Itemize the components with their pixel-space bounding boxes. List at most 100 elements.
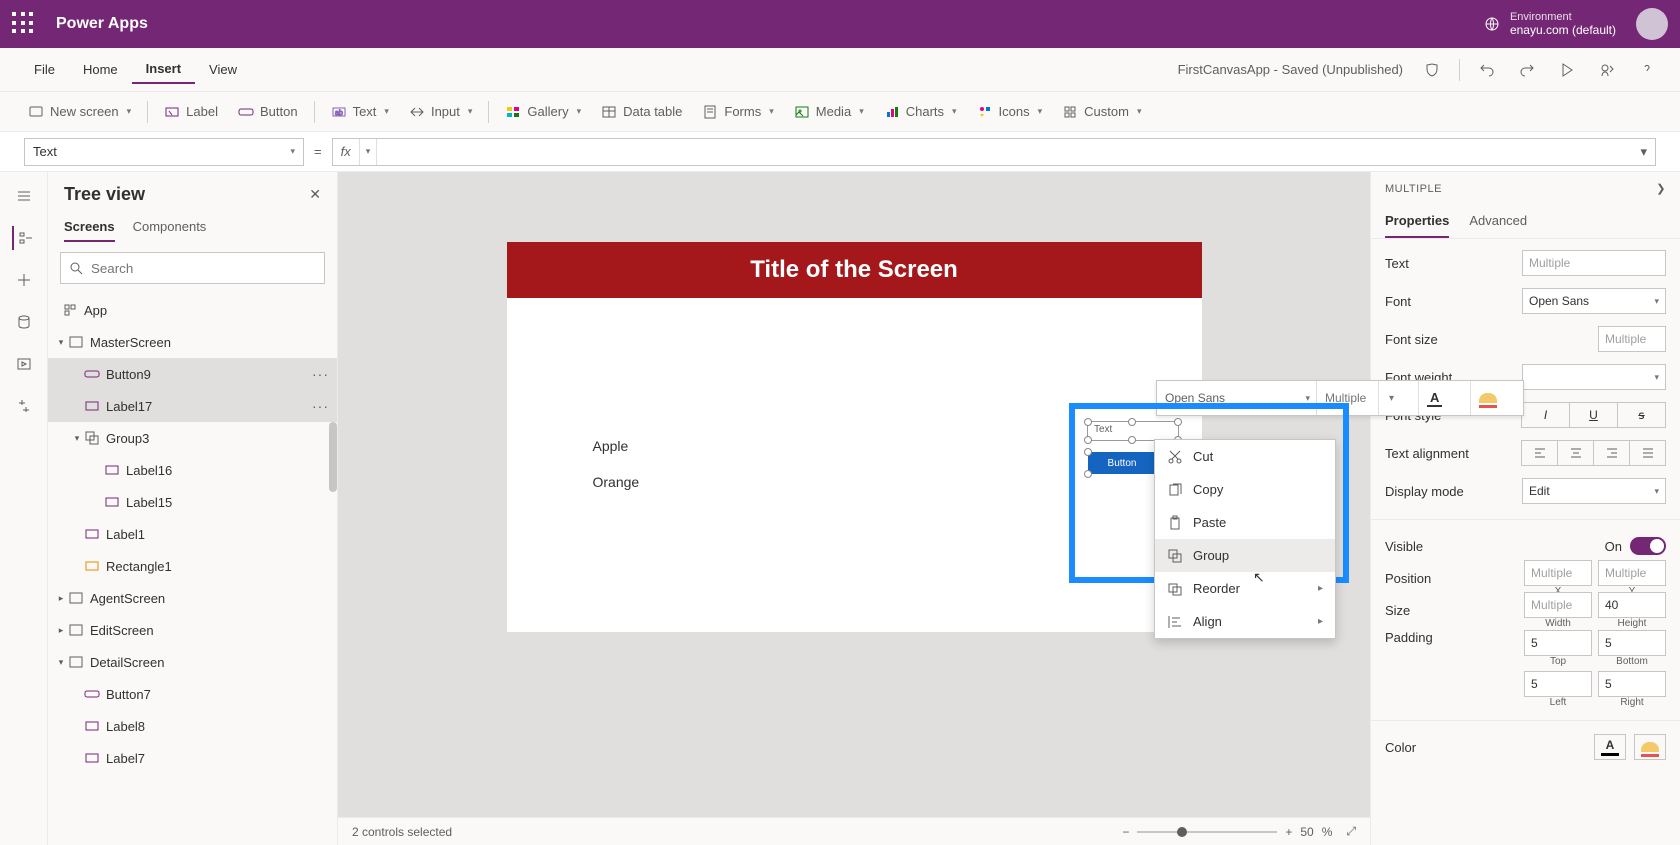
environment-picker[interactable]: Environment enayu.com (default) [1484, 11, 1616, 37]
prop-display-mode-select[interactable]: Edit▾ [1522, 478, 1666, 504]
button-button[interactable]: Button [230, 100, 306, 124]
tree-node-button7[interactable]: Button7 [48, 678, 337, 710]
share-icon[interactable] [1594, 57, 1620, 83]
fill-color-picker[interactable] [1634, 734, 1666, 760]
visible-toggle[interactable] [1630, 537, 1666, 555]
tree-node-group3[interactable]: ▾Group3 [48, 422, 337, 454]
media-rail-icon[interactable] [12, 352, 36, 376]
formula-input[interactable] [377, 139, 1632, 165]
more-icon[interactable]: ··· [312, 366, 329, 382]
tree-search-input[interactable] [60, 252, 325, 284]
prop-x-input[interactable]: Multiple [1524, 560, 1592, 586]
redo-icon[interactable] [1514, 57, 1540, 83]
align-right-button[interactable] [1593, 440, 1630, 466]
forms-dropdown[interactable]: Forms▾ [694, 100, 781, 124]
tree-node-detailscreen[interactable]: ▾DetailScreen [48, 646, 337, 678]
screen-title-label[interactable]: Title of the Screen [507, 242, 1202, 298]
tree-node-label15[interactable]: Label15 [48, 486, 337, 518]
context-group[interactable]: Group [1155, 539, 1335, 572]
tab-advanced[interactable]: Advanced [1469, 205, 1527, 238]
prop-font-select[interactable]: Open Sans▾ [1522, 288, 1666, 314]
align-center-button[interactable] [1557, 440, 1594, 466]
tree-node-agentscreen[interactable]: ▸AgentScreen [48, 582, 337, 614]
tree-node-label17[interactable]: Label17··· [48, 390, 337, 422]
undo-icon[interactable] [1474, 57, 1500, 83]
canvas-label-apple[interactable]: Apple [593, 428, 640, 464]
prop-padding-right[interactable]: 5 [1598, 671, 1666, 697]
prop-height-input[interactable]: 40 [1598, 592, 1666, 618]
tree-node-app[interactable]: App [48, 294, 337, 326]
align-justify-button[interactable] [1629, 440, 1666, 466]
selected-button-control[interactable]: Button [1088, 452, 1156, 474]
help-icon[interactable] [1634, 57, 1660, 83]
context-copy[interactable]: Copy [1155, 473, 1335, 506]
tree-scrollbar[interactable] [329, 422, 337, 492]
menu-home[interactable]: Home [69, 56, 132, 83]
font-color-button[interactable]: A [1419, 381, 1471, 415]
input-dropdown[interactable]: Input▾ [401, 100, 480, 124]
tab-properties[interactable]: Properties [1385, 205, 1449, 238]
menu-insert[interactable]: Insert [132, 55, 195, 84]
tree-node-editscreen[interactable]: ▸EditScreen [48, 614, 337, 646]
app-launcher-icon[interactable] [12, 12, 36, 36]
media-dropdown[interactable]: Media▾ [786, 100, 872, 124]
add-icon[interactable] [12, 268, 36, 292]
context-align[interactable]: Align▸ [1155, 605, 1335, 638]
tab-components[interactable]: Components [133, 213, 207, 242]
data-table-button[interactable]: Data table [593, 100, 690, 124]
zoom-out-icon[interactable]: − [1122, 825, 1129, 839]
tree-view-icon[interactable] [12, 226, 36, 250]
charts-dropdown[interactable]: Charts▾ [876, 100, 965, 124]
menu-view[interactable]: View [195, 56, 251, 83]
formula-expand-icon[interactable]: ▾ [1632, 144, 1655, 160]
close-panel-icon[interactable]: ✕ [309, 186, 321, 203]
app-checker-icon[interactable] [1419, 57, 1445, 83]
props-chevron-icon[interactable]: ❯ [1656, 182, 1666, 195]
property-select[interactable]: Text▾ [24, 138, 304, 166]
text-color-picker[interactable]: A [1594, 734, 1626, 760]
tree-node-masterscreen[interactable]: ▾MasterScreen [48, 326, 337, 358]
tree-node-label8[interactable]: Label8 [48, 710, 337, 742]
play-icon[interactable] [1554, 57, 1580, 83]
tree-node-label1[interactable]: Label1 [48, 518, 337, 550]
context-paste[interactable]: Paste [1155, 506, 1335, 539]
fit-screen-icon[interactable]: ⤢ [1346, 824, 1356, 839]
prop-padding-left[interactable]: 5 [1524, 671, 1592, 697]
prop-font-weight-select[interactable]: ▾ [1522, 364, 1666, 390]
text-dropdown[interactable]: abText▾ [323, 100, 397, 124]
custom-dropdown[interactable]: Custom▾ [1054, 100, 1149, 124]
selected-label-control[interactable]: Text [1088, 422, 1178, 440]
prop-padding-bottom[interactable]: 5 [1598, 630, 1666, 656]
tab-screens[interactable]: Screens [64, 213, 115, 242]
tree-node-label16[interactable]: Label16 [48, 454, 337, 486]
tree-node-rectangle1[interactable]: Rectangle1 [48, 550, 337, 582]
tools-icon[interactable] [12, 394, 36, 418]
tree-node-label7[interactable]: Label7 [48, 742, 337, 774]
context-cut[interactable]: Cut [1155, 440, 1335, 473]
tree-list[interactable]: App ▾MasterScreen Button9··· Label17··· … [48, 290, 337, 845]
align-left-button[interactable] [1521, 440, 1558, 466]
canvas-label-orange[interactable]: Orange [593, 464, 640, 500]
prop-padding-top[interactable]: 5 [1524, 630, 1592, 656]
italic-button[interactable]: I [1521, 402, 1570, 428]
font-size-chevron[interactable]: ▾ [1379, 381, 1419, 415]
menu-file[interactable]: File [20, 56, 69, 83]
icons-dropdown[interactable]: Icons▾ [969, 100, 1051, 124]
prop-y-input[interactable]: Multiple [1598, 560, 1666, 586]
fill-color-button[interactable] [1471, 381, 1523, 415]
data-icon[interactable] [12, 310, 36, 334]
prop-width-input[interactable]: Multiple [1524, 592, 1592, 618]
hamburger-icon[interactable] [12, 184, 36, 208]
label-button[interactable]: Label [156, 100, 226, 124]
zoom-in-icon[interactable]: + [1285, 825, 1292, 839]
gallery-dropdown[interactable]: Gallery▾ [497, 100, 589, 124]
underline-button[interactable]: U [1569, 402, 1618, 428]
more-icon[interactable]: ··· [312, 398, 329, 414]
zoom-slider[interactable] [1137, 831, 1277, 833]
formula-bar[interactable]: fx ▾ ▾ [332, 138, 1656, 166]
context-reorder[interactable]: Reorder▸ [1155, 572, 1335, 605]
prop-text-input[interactable]: Multiple [1522, 250, 1666, 276]
strike-button[interactable]: ꜱ [1617, 402, 1666, 428]
new-screen-button[interactable]: New screen▾ [20, 100, 139, 124]
tree-node-button9[interactable]: Button9··· [48, 358, 337, 390]
